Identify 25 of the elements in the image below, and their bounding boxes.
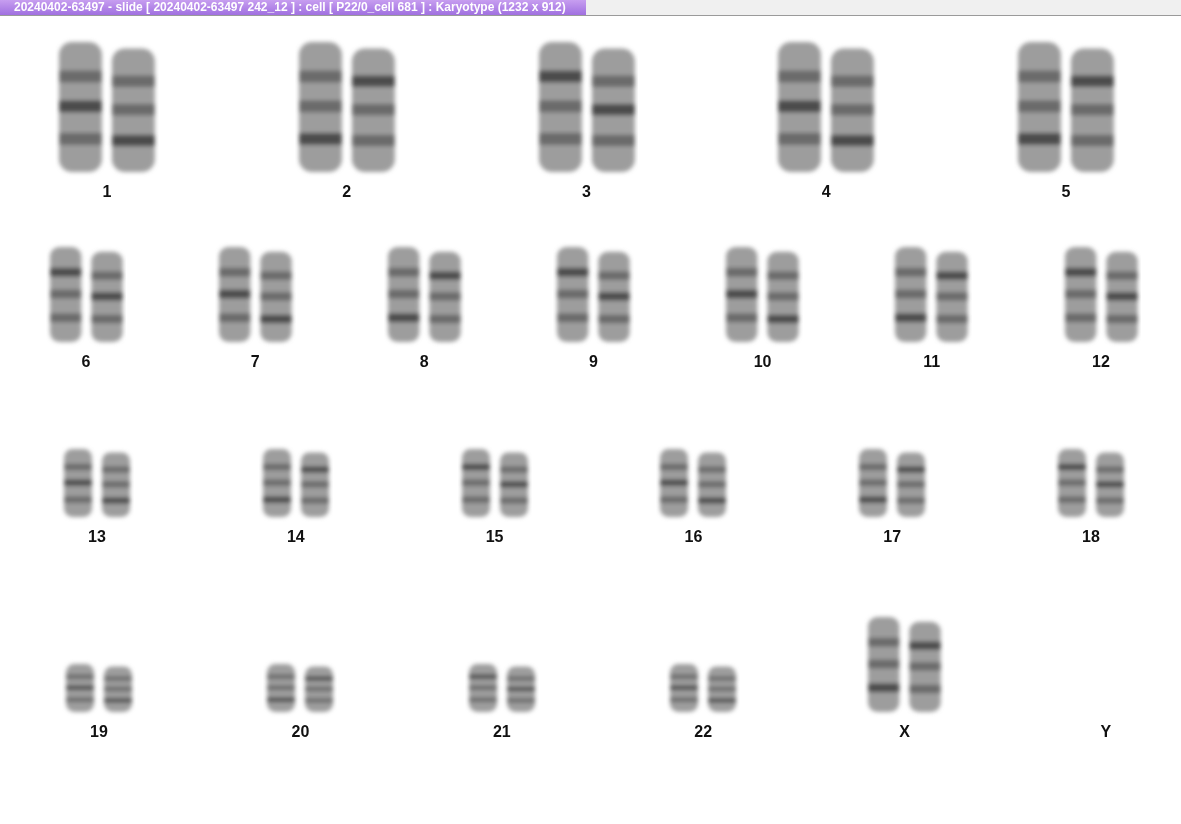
window-title: 20240402-63497 - slide [ 20240402-63497 242_12 ] : cell [ P22/0_cell 681 ] : Karyotype (1232 x 912) <box>0 0 586 15</box>
chromosome-label: 1 <box>102 183 112 201</box>
chromosome-label: 9 <box>589 353 598 371</box>
chromosome-label: 13 <box>88 528 106 546</box>
chromosome-label: 18 <box>1082 528 1100 546</box>
chromosome-label: 7 <box>250 353 260 371</box>
chromosome-label: 19 <box>90 723 108 741</box>
chromosome-label: 12 <box>1092 353 1110 371</box>
chromosome-label: 8 <box>419 353 429 371</box>
chromosome-label: 17 <box>883 528 902 546</box>
chromosome-label: 20 <box>291 723 310 741</box>
chromosome-label: 4 <box>821 183 831 201</box>
chromosome-label: 3 <box>582 183 591 201</box>
chromosome-label: 10 <box>753 353 772 371</box>
chromosome-label: 16 <box>684 528 703 546</box>
chromosome-label: 5 <box>1061 183 1071 201</box>
chromosome-label: 14 <box>286 528 305 546</box>
chromosome-label: 22 <box>694 723 713 741</box>
chromosome-label: 21 <box>492 723 511 741</box>
chromosome-label: X <box>899 723 910 741</box>
chromosome-label: Y <box>1100 723 1112 741</box>
chromosome-label: 15 <box>485 528 504 546</box>
chromosome-label: 6 <box>81 353 91 371</box>
chromosome-label: 2 <box>342 183 352 201</box>
chromosome-label: 11 <box>923 353 941 371</box>
